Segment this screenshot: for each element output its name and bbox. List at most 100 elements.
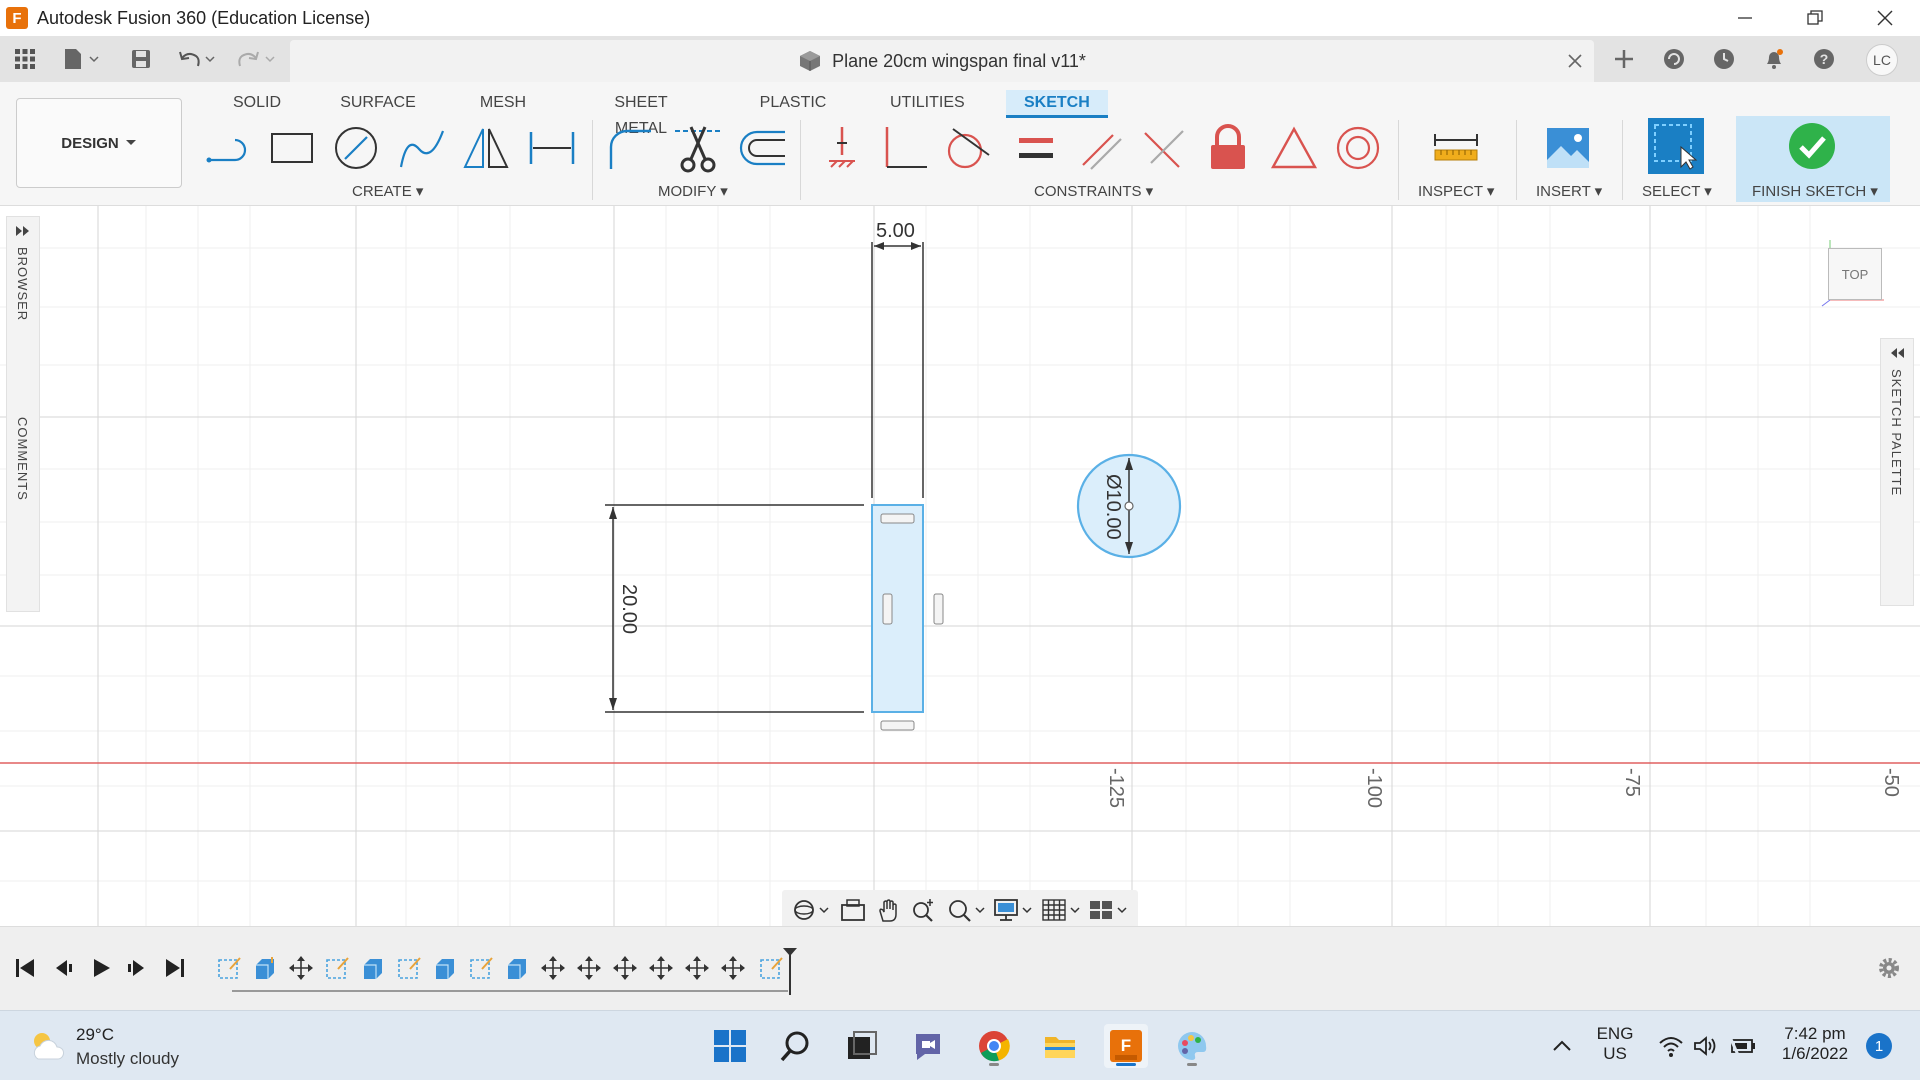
timeline-extrude-item[interactable] [250, 953, 280, 983]
job-status-button[interactable] [1709, 44, 1739, 74]
go-to-end-button[interactable] [158, 951, 192, 985]
circle-tool-button[interactable] [330, 122, 382, 174]
timeline-move-item[interactable] [538, 953, 568, 983]
fit-button[interactable] [946, 897, 986, 923]
sketch-dimension-button[interactable] [526, 122, 578, 174]
clock[interactable]: 7:42 pm 1/6/2022 [1770, 1024, 1860, 1064]
trim-tool-button[interactable] [672, 122, 724, 174]
notifications-button[interactable] [1759, 44, 1789, 74]
timeline-sketch-item[interactable] [322, 953, 352, 983]
redo-button[interactable] [236, 46, 280, 72]
diameter-dimension-text[interactable]: Ø10.00 [1101, 474, 1124, 540]
timeline-extrude-item[interactable] [502, 953, 532, 983]
parallel-constraint-button[interactable] [1074, 122, 1126, 174]
play-button[interactable] [84, 951, 118, 985]
fillet-tool-button[interactable] [604, 122, 656, 174]
tab-mesh[interactable]: MESH [478, 90, 528, 118]
perpendicular-constraint-button[interactable] [880, 122, 932, 174]
close-window-button[interactable] [1850, 0, 1920, 36]
minimize-button[interactable] [1710, 0, 1780, 36]
workspace-switcher[interactable]: DESIGN [16, 98, 182, 188]
inspect-menu[interactable]: INSPECT ▾ [1418, 182, 1494, 200]
battery-icon[interactable] [1728, 1034, 1758, 1058]
fix-constraint-button[interactable] [1202, 122, 1254, 174]
chrome-button[interactable] [972, 1024, 1016, 1068]
step-forward-button[interactable] [120, 951, 154, 985]
teams-chat-button[interactable] [906, 1024, 950, 1068]
concentric-constraint-button[interactable] [1332, 122, 1384, 174]
tab-utilities[interactable]: UTILITIES [890, 90, 965, 118]
step-back-button[interactable] [46, 951, 80, 985]
user-avatar[interactable]: LC [1866, 44, 1898, 76]
display-settings-button[interactable] [993, 897, 1033, 923]
new-tab-button[interactable] [1609, 44, 1639, 74]
document-tab[interactable]: Plane 20cm wingspan final v11* [290, 40, 1594, 82]
width-dimension-text[interactable]: 5.00 [876, 220, 915, 243]
start-button[interactable] [708, 1024, 752, 1068]
sketch-palette-tab[interactable]: SKETCH PALETTE [1880, 338, 1914, 606]
mirror-tool-button[interactable] [460, 122, 512, 174]
insert-canvas-button[interactable] [1542, 122, 1594, 174]
measure-tool-button[interactable] [1430, 122, 1482, 174]
tab-sketch[interactable]: SKETCH [1006, 90, 1108, 118]
weather-icon[interactable] [28, 1029, 66, 1063]
volume-icon[interactable] [1692, 1034, 1718, 1058]
close-document-button[interactable] [1564, 50, 1586, 72]
show-hidden-icons-chevron-icon[interactable] [1550, 1034, 1574, 1058]
tab-solid[interactable]: SOLID [224, 90, 290, 118]
timeline-marker[interactable] [782, 947, 798, 997]
line-tool-button[interactable] [204, 122, 256, 174]
task-view-button[interactable] [840, 1024, 884, 1068]
grid-settings-button[interactable] [1041, 897, 1081, 923]
file-explorer-button[interactable] [1038, 1024, 1082, 1068]
extensions-button[interactable] [1659, 44, 1689, 74]
viewcube[interactable]: TOP [1828, 248, 1882, 300]
height-dimension-text[interactable]: 20.00 [617, 584, 640, 634]
help-button[interactable]: ? [1809, 44, 1839, 74]
timeline-move-item[interactable] [610, 953, 640, 983]
search-button[interactable] [774, 1024, 818, 1068]
tab-plastic[interactable]: PLASTIC [758, 90, 828, 118]
viewports-button[interactable] [1088, 897, 1128, 923]
create-menu[interactable]: CREATE ▾ [352, 182, 423, 200]
tangent-constraint-button[interactable] [942, 122, 994, 174]
timeline-sketch-item[interactable] [214, 953, 244, 983]
timeline-move-item[interactable] [574, 953, 604, 983]
language-indicator[interactable]: ENG US [1594, 1024, 1636, 1064]
timeline-move-item[interactable] [718, 953, 748, 983]
pan-button[interactable] [875, 897, 903, 923]
restore-button[interactable] [1780, 0, 1850, 36]
browser-panel-tab[interactable]: BROWSER COMMENTS [6, 216, 40, 612]
undo-button[interactable] [176, 46, 220, 72]
select-tool-button[interactable] [1648, 118, 1704, 174]
timeline-sketch-item[interactable] [466, 953, 496, 983]
tab-surface[interactable]: SURFACE [339, 90, 417, 118]
spline-tool-button[interactable] [396, 122, 448, 174]
notification-badge[interactable]: 1 [1866, 1033, 1892, 1059]
midpoint-constraint-button[interactable] [1268, 122, 1320, 174]
app-grid-button[interactable] [12, 46, 38, 72]
equal-constraint-button[interactable] [1010, 122, 1062, 174]
insert-menu[interactable]: INSERT ▾ [1536, 182, 1602, 200]
zoom-button[interactable] [910, 897, 938, 923]
paint-app-button[interactable] [1170, 1024, 1214, 1068]
modify-menu[interactable]: MODIFY ▾ [658, 182, 728, 200]
finish-sketch-menu[interactable]: FINISH SKETCH ▾ [1752, 182, 1878, 200]
select-menu[interactable]: SELECT ▾ [1642, 182, 1712, 200]
file-menu-button[interactable] [60, 46, 104, 72]
timeline-extrude-item[interactable] [430, 953, 460, 983]
wifi-icon[interactable] [1658, 1034, 1684, 1058]
go-to-start-button[interactable] [8, 951, 42, 985]
timeline-move-item[interactable] [646, 953, 676, 983]
coincident-constraint-button[interactable] [816, 122, 868, 174]
timeline-sketch-item[interactable] [394, 953, 424, 983]
constraints-menu[interactable]: CONSTRAINTS ▾ [1034, 182, 1153, 200]
timeline-move-item[interactable] [286, 953, 316, 983]
sketch-canvas[interactable]: 5.00 20.00 Ø10.00 -125 -100 -75 -50 BROW… [0, 206, 1920, 926]
look-at-button[interactable] [839, 897, 867, 923]
perpendicular-lines-constraint-button[interactable] [1138, 122, 1190, 174]
rectangle-tool-button[interactable] [266, 122, 318, 174]
offset-tool-button[interactable] [736, 122, 788, 174]
finish-sketch-button[interactable] [1786, 120, 1838, 172]
timeline-settings-button[interactable] [1872, 951, 1906, 985]
